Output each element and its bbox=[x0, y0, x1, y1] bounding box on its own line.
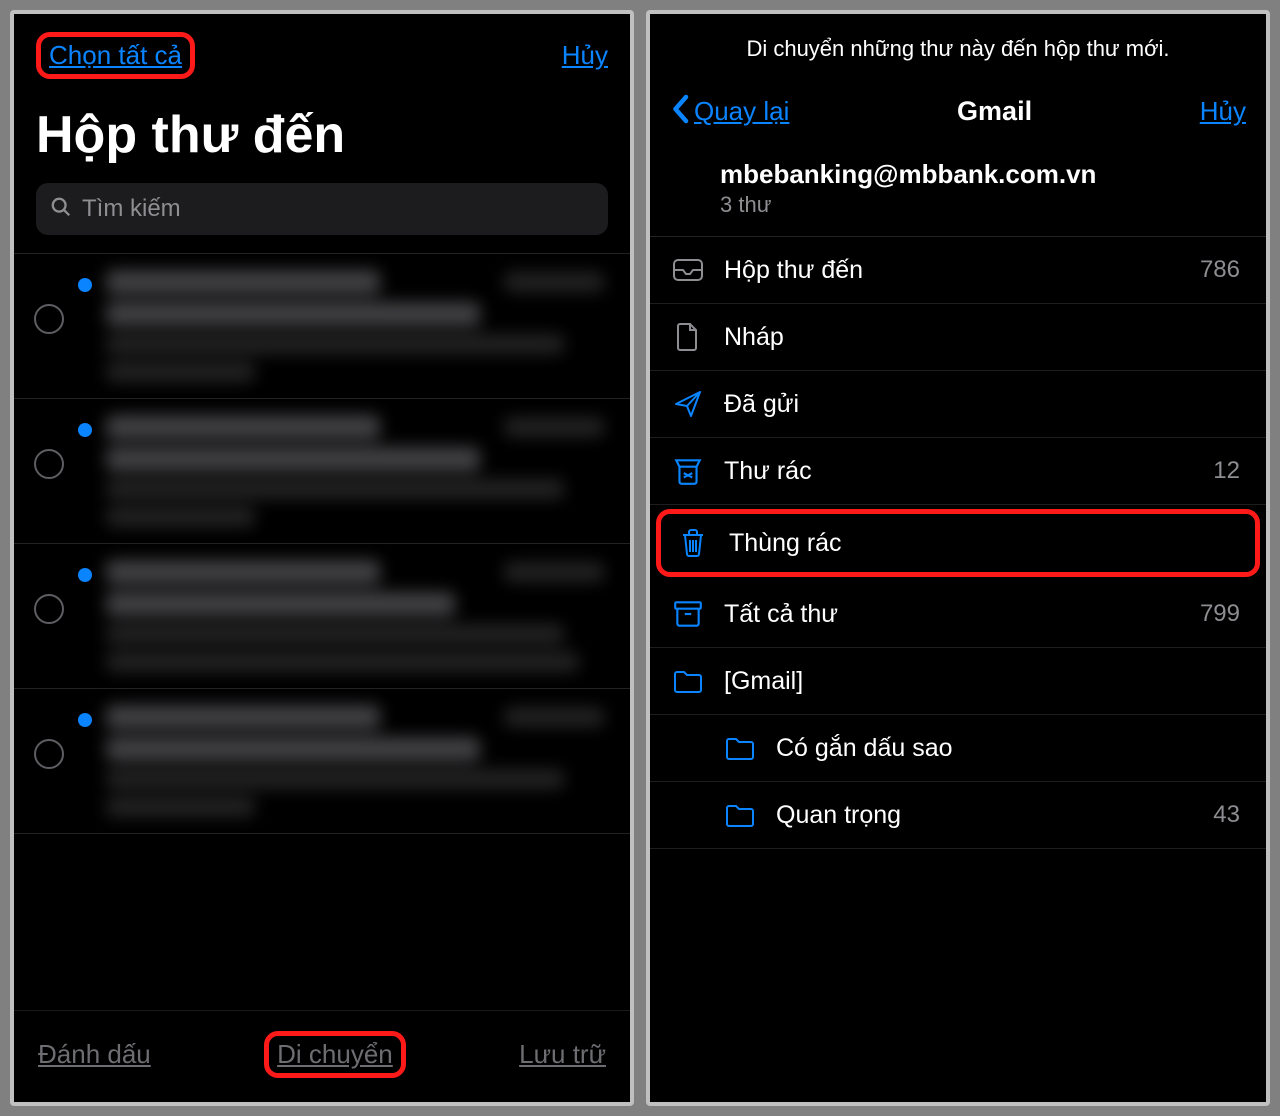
folder-starred[interactable]: Có gắn dấu sao bbox=[650, 715, 1266, 782]
unread-dot-icon bbox=[78, 568, 92, 582]
folder-count: 43 bbox=[1213, 801, 1240, 829]
folder-count: 12 bbox=[1213, 457, 1240, 485]
trash-icon bbox=[675, 528, 711, 558]
mail-item[interactable] bbox=[14, 544, 630, 689]
folder-junk[interactable]: Thư rác 12 bbox=[650, 438, 1266, 505]
chevron-left-icon bbox=[670, 94, 690, 129]
folder-label: Nháp bbox=[724, 323, 1222, 352]
bottom-toolbar: Đánh dấu Di chuyển Lưu trữ bbox=[14, 1010, 630, 1102]
mail-list bbox=[14, 253, 630, 1010]
folder-list: Hộp thư đến 786 Nháp Đã gửi Thư rác 12 bbox=[650, 237, 1266, 1102]
folder-label: Hộp thư đến bbox=[724, 256, 1182, 285]
inbox-icon bbox=[670, 255, 706, 285]
mail-preview-blurred bbox=[106, 270, 604, 382]
folder-all-mail[interactable]: Tất cả thư 799 bbox=[650, 581, 1266, 648]
back-button[interactable]: Quay lại bbox=[670, 94, 789, 129]
selected-count: 3 thư bbox=[720, 192, 1246, 218]
select-radio[interactable] bbox=[34, 594, 64, 624]
folder-icon bbox=[722, 800, 758, 830]
folder-trash[interactable]: Thùng rác bbox=[656, 509, 1260, 577]
account-email: mbebanking@mbbank.com.vn bbox=[720, 159, 1246, 190]
unread-dot-icon bbox=[78, 278, 92, 292]
move-button[interactable]: Di chuyển bbox=[264, 1031, 406, 1078]
folder-label: Thư rác bbox=[724, 457, 1195, 486]
move-instruction: Di chuyển những thư này đến hộp thư mới. bbox=[650, 14, 1266, 72]
folder-icon bbox=[670, 666, 706, 696]
search-placeholder: Tìm kiếm bbox=[82, 195, 181, 223]
mail-preview-blurred bbox=[106, 560, 604, 672]
folder-count: 786 bbox=[1200, 256, 1240, 284]
folder-sent[interactable]: Đã gửi bbox=[650, 371, 1266, 438]
select-radio[interactable] bbox=[34, 739, 64, 769]
unread-dot-icon bbox=[78, 423, 92, 437]
folder-label: Có gắn dấu sao bbox=[776, 734, 1222, 763]
mail-preview-blurred bbox=[106, 415, 604, 527]
select-radio[interactable] bbox=[34, 304, 64, 334]
mail-item[interactable] bbox=[14, 399, 630, 544]
folder-icon bbox=[722, 733, 758, 763]
folder-inbox[interactable]: Hộp thư đến 786 bbox=[650, 237, 1266, 304]
mail-item[interactable] bbox=[14, 253, 630, 399]
nav-top-right: Quay lại Gmail Hủy bbox=[650, 72, 1266, 143]
archive-button[interactable]: Lưu trữ bbox=[519, 1039, 606, 1070]
search-input[interactable]: Tìm kiếm bbox=[36, 183, 608, 235]
select-all-button[interactable]: Chọn tất cả bbox=[36, 32, 195, 79]
folder-gmail-group[interactable]: [Gmail] bbox=[650, 648, 1266, 715]
folder-important[interactable]: Quan trọng 43 bbox=[650, 782, 1266, 849]
paper-plane-icon bbox=[670, 389, 706, 419]
archive-icon bbox=[670, 599, 706, 629]
folder-label: [Gmail] bbox=[724, 667, 1222, 696]
inbox-title: Hộp thư đến bbox=[14, 85, 630, 183]
mail-item[interactable] bbox=[14, 689, 630, 834]
account-header: mbebanking@mbbank.com.vn 3 thư bbox=[650, 143, 1266, 237]
unread-dot-icon bbox=[78, 713, 92, 727]
folder-drafts[interactable]: Nháp bbox=[650, 304, 1266, 371]
cancel-button-right[interactable]: Hủy bbox=[1200, 96, 1246, 127]
nav-top-left: Chọn tất cả Hủy bbox=[14, 14, 630, 85]
folder-label: Tất cả thư bbox=[724, 600, 1182, 629]
folder-label: Quan trọng bbox=[776, 801, 1195, 830]
document-icon bbox=[670, 322, 706, 352]
folder-count: 799 bbox=[1200, 600, 1240, 628]
folder-label: Thùng rác bbox=[729, 529, 1217, 558]
search-icon bbox=[50, 196, 72, 223]
mark-button[interactable]: Đánh dấu bbox=[38, 1039, 151, 1070]
mail-preview-blurred bbox=[106, 705, 604, 817]
account-title: Gmail bbox=[957, 96, 1032, 127]
junk-icon bbox=[670, 456, 706, 486]
back-label: Quay lại bbox=[694, 96, 789, 127]
folder-label: Đã gửi bbox=[724, 390, 1222, 419]
phone-right-move: Di chuyển những thư này đến hộp thư mới.… bbox=[646, 10, 1270, 1106]
select-radio[interactable] bbox=[34, 449, 64, 479]
cancel-button-left[interactable]: Hủy bbox=[562, 40, 608, 71]
phone-left-inbox: Chọn tất cả Hủy Hộp thư đến Tìm kiếm bbox=[10, 10, 634, 1106]
